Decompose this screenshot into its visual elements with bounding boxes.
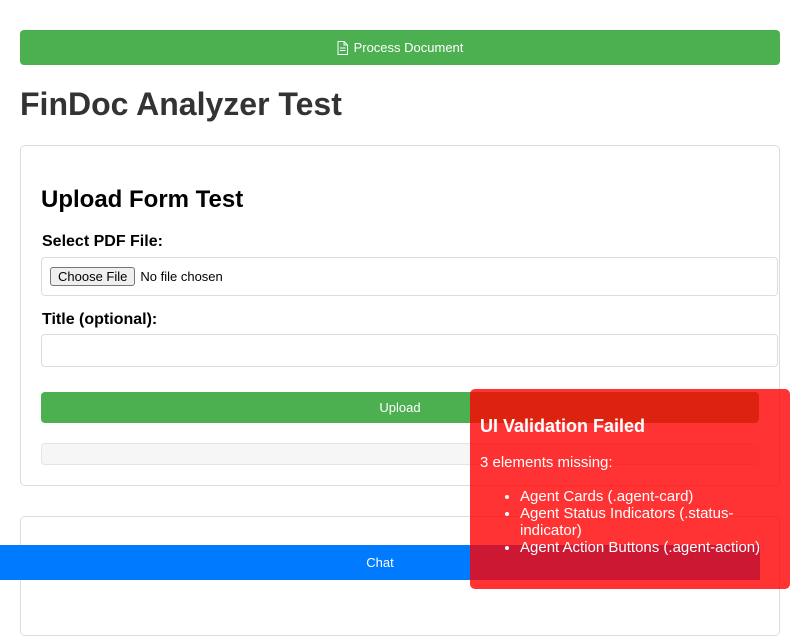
document-icon	[337, 40, 348, 55]
title-input[interactable]	[41, 334, 778, 367]
missing-elements-list: Agent Cards (.agent-card) Agent Status I…	[480, 488, 780, 556]
choose-file-button[interactable]: Choose File	[50, 267, 136, 286]
file-status-text: No file chosen	[140, 269, 223, 284]
missing-element-item: Agent Status Indicators (.status-indicat…	[520, 505, 780, 539]
missing-element-item: Agent Cards (.agent-card)	[520, 488, 780, 505]
process-document-label: Process Document	[353, 40, 464, 55]
validation-error-panel: UI Validation Failed 3 elements missing:…	[470, 389, 790, 589]
process-document-button[interactable]: Process Document	[20, 30, 780, 65]
file-input[interactable]: Choose File No file chosen	[41, 257, 778, 296]
validation-title: UI Validation Failed	[480, 416, 646, 436]
page-title: FinDoc Analyzer Test	[20, 86, 342, 122]
title-field-label: Title (optional):	[42, 311, 158, 328]
chat-label: Chat	[366, 555, 394, 570]
validation-summary: 3 elements missing:	[480, 454, 613, 471]
upload-form-title: Upload Form Test	[41, 186, 244, 213]
file-field-label: Select PDF File:	[42, 233, 163, 250]
missing-element-item: Agent Action Buttons (.agent-action)	[520, 539, 780, 556]
